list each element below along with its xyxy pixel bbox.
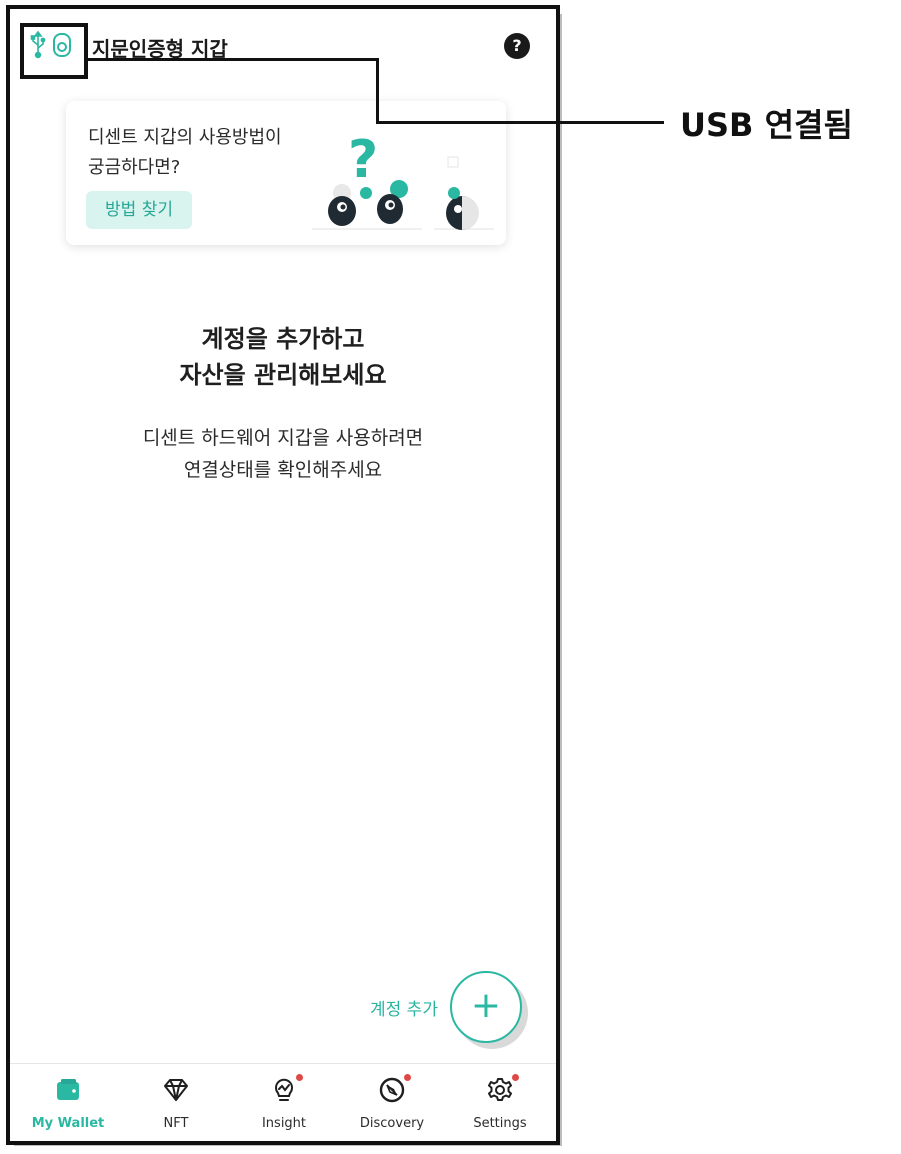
empty-sub-line1: 디센트 하드웨어 지갑을 사용하려면	[142, 427, 424, 449]
bottom-nav: My Wallet NFT Insight Discovery Settings	[10, 1063, 556, 1141]
banner-text-line1: 디센트 지갑의 사용방법이	[88, 127, 282, 148]
svg-text:?: ?	[348, 130, 378, 190]
nav-item-nft[interactable]: NFT	[126, 1064, 226, 1141]
nav-item-insight[interactable]: Insight	[234, 1064, 334, 1141]
diamond-icon	[164, 1079, 188, 1101]
nav-label: Settings	[473, 1116, 527, 1131]
usb-connected-annotation: USB 연결됨	[680, 106, 853, 144]
notification-dot	[512, 1074, 519, 1081]
annotation-line-v	[376, 58, 379, 124]
empty-heading-line1: 계정을 추가하고	[201, 325, 365, 353]
gear-icon	[488, 1078, 512, 1101]
usb-icon	[30, 31, 46, 59]
find-guide-button[interactable]: 방법 찾기	[86, 191, 192, 229]
nav-item-settings[interactable]: Settings	[450, 1064, 550, 1141]
nav-label: Insight	[261, 1116, 307, 1131]
notification-dot	[296, 1074, 303, 1081]
nav-item-my-wallet[interactable]: My Wallet	[18, 1064, 118, 1141]
wallet-device-icon	[53, 33, 71, 57]
question-characters-illustration: ?	[312, 130, 494, 230]
notification-dot	[404, 1074, 411, 1081]
nav-label: My Wallet	[31, 1116, 105, 1131]
compass-icon	[379, 1077, 405, 1103]
banner-text-line2: 궁금하다면?	[88, 157, 181, 178]
add-account-button[interactable]: +	[450, 971, 522, 1043]
empty-sub-line2: 연결상태를 확인해주세요	[183, 459, 383, 481]
phone-screen: 지문인증형 지갑 ? 디센트 지갑의 사용방법이 궁금하다면? 방법 찾기 ? …	[6, 5, 560, 1145]
nav-label: Discovery	[359, 1116, 425, 1131]
wallet-icon	[57, 1079, 79, 1100]
empty-heading-line2: 자산을 관리해보세요	[179, 361, 387, 389]
lightbulb-icon	[275, 1078, 293, 1101]
add-account-label[interactable]: 계정 추가	[370, 995, 438, 1020]
annotation-line-h1	[84, 58, 378, 61]
help-button[interactable]: ?	[504, 33, 530, 59]
nav-label: NFT	[163, 1116, 189, 1131]
annotation-line-h2	[376, 121, 664, 124]
nav-item-discovery[interactable]: Discovery	[342, 1064, 442, 1141]
app-header: 지문인증형 지갑 ?	[10, 9, 556, 89]
